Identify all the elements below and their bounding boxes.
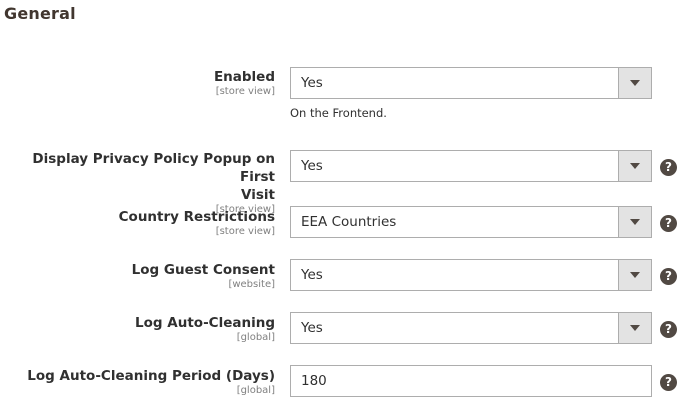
field-label-enabled: Enabled [store view] — [15, 68, 275, 98]
label-text-line1: Display Privacy Policy Popup on First — [32, 151, 275, 185]
select-value: Yes — [301, 75, 323, 91]
field-label-log-auto-cleaning-period: Log Auto-Cleaning Period (Days) [global] — [15, 367, 275, 397]
log-auto-cleaning-select[interactable]: Yes — [290, 312, 652, 344]
chevron-down-icon — [630, 163, 640, 169]
scope-text: [global] — [236, 332, 275, 343]
scope-text: [global] — [236, 385, 275, 396]
label-text-line2: Visit — [241, 187, 275, 203]
help-icon[interactable]: ? — [660, 215, 677, 232]
dropdown-toggle[interactable] — [618, 260, 651, 290]
display-popup-select[interactable]: Yes — [290, 150, 652, 182]
help-icon[interactable]: ? — [660, 268, 677, 285]
chevron-down-icon — [630, 219, 640, 225]
label-text: Log Guest Consent — [131, 262, 275, 278]
dropdown-toggle[interactable] — [618, 207, 651, 237]
country-restrictions-select[interactable]: EEA Countries — [290, 206, 652, 238]
scope-text: [store view] — [215, 226, 275, 237]
input-value: 180 — [301, 373, 327, 389]
field-label-display-popup: Display Privacy Policy Popup on First Vi… — [15, 150, 275, 216]
enabled-select[interactable]: Yes — [290, 67, 652, 99]
chevron-down-icon — [630, 80, 640, 86]
dropdown-toggle[interactable] — [618, 68, 651, 98]
dropdown-toggle[interactable] — [618, 151, 651, 181]
scope-text: [store view] — [215, 86, 275, 97]
field-label-log-auto-cleaning: Log Auto-Cleaning [global] — [15, 314, 275, 344]
field-label-country-restrictions: Country Restrictions [store view] — [15, 208, 275, 238]
log-auto-cleaning-period-input[interactable]: 180 — [290, 365, 652, 397]
chevron-down-icon — [630, 272, 640, 278]
field-note: On the Frontend. — [290, 106, 387, 120]
select-value: Yes — [301, 267, 323, 283]
help-icon[interactable]: ? — [660, 374, 677, 391]
select-value: EEA Countries — [301, 214, 397, 230]
help-icon[interactable]: ? — [660, 159, 677, 176]
section-title: General — [4, 4, 76, 23]
scope-text: [website] — [228, 279, 275, 290]
label-text: Log Auto-Cleaning Period (Days) — [27, 368, 275, 384]
help-icon[interactable]: ? — [660, 321, 677, 338]
label-text: Country Restrictions — [118, 209, 275, 225]
field-label-log-guest-consent: Log Guest Consent [website] — [15, 261, 275, 291]
select-value: Yes — [301, 320, 323, 336]
chevron-down-icon — [630, 325, 640, 331]
label-text: Enabled — [213, 69, 275, 85]
select-value: Yes — [301, 158, 323, 174]
label-text: Log Auto-Cleaning — [135, 315, 275, 331]
dropdown-toggle[interactable] — [618, 313, 651, 343]
log-guest-consent-select[interactable]: Yes — [290, 259, 652, 291]
